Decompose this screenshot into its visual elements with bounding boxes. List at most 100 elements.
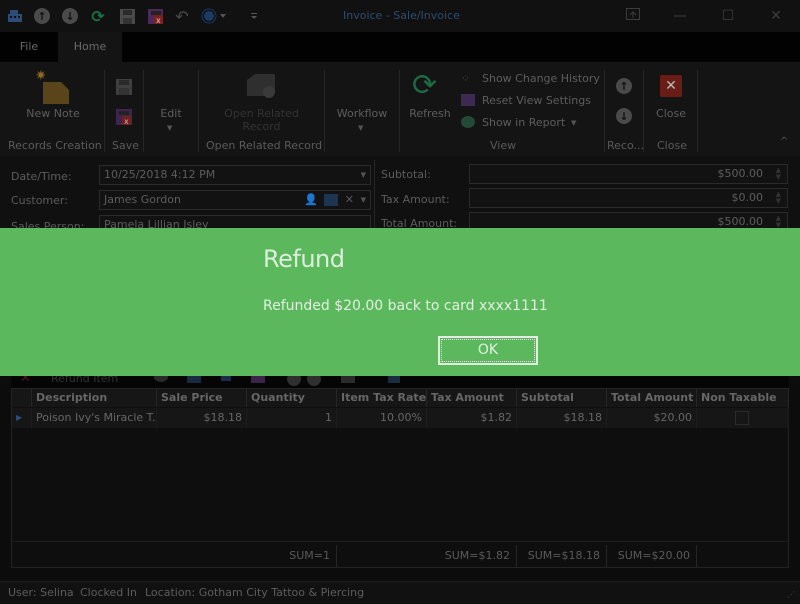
status-clocked: Clocked In — [80, 586, 137, 599]
group-records-creation: Records Creation — [8, 139, 102, 152]
undo-icon[interactable]: ↶ — [173, 7, 191, 26]
customer-label: Customer: — [11, 194, 68, 207]
refresh-icon[interactable]: ⟳ — [89, 7, 107, 26]
title-bar: ↑ ↓ ⟳ x ↶ Invoice - Sale/Invoice — ☐ ✕ — [0, 0, 800, 32]
arrow-down-icon[interactable]: ↓ — [61, 7, 79, 25]
search-grid-icon[interactable] — [388, 376, 400, 383]
tab-home[interactable]: Home — [58, 32, 122, 62]
save-button[interactable] — [116, 79, 132, 98]
col-sale-price[interactable]: Sale Price — [157, 389, 247, 407]
cell-subtotal[interactable]: $18.18 — [517, 408, 607, 428]
reset-view-icon — [461, 94, 475, 106]
toolbar-icon-3[interactable] — [221, 376, 231, 381]
workflow-dropdown-icon: ▼ — [358, 124, 364, 132]
save-close-icon[interactable]: x — [146, 7, 164, 25]
cell-tax-amount[interactable]: $1.82 — [427, 408, 517, 428]
col-item-tax-rate[interactable]: Item Tax Rate — [337, 389, 427, 407]
datetime-label: Date/Time: — [11, 170, 72, 183]
datetime-field[interactable]: 10/25/2018 4:12 PM ▼ — [99, 165, 371, 185]
refund-dialog: Refund Refunded $20.00 back to card xxxx… — [0, 228, 800, 376]
col-description[interactable]: Description — [32, 389, 157, 407]
svg-text:x: x — [124, 117, 129, 125]
new-note-button[interactable]: New Note — [18, 107, 88, 120]
clear-customer-icon[interactable]: ✕ — [345, 191, 354, 209]
refresh-button[interactable]: Refresh — [405, 107, 455, 120]
previous-record-button[interactable]: ↑ — [616, 78, 632, 94]
collapse-ribbon-icon[interactable]: ^ — [780, 136, 788, 147]
status-bar: User: Selina Clocked In Location: Gotham… — [0, 581, 800, 604]
sum-subtotal: SUM=$18.18 — [517, 545, 607, 567]
person-unknown-icon[interactable]: 👤 — [304, 191, 318, 209]
new-note-icon: ✷ — [35, 68, 69, 107]
group-save: Save — [112, 139, 140, 152]
circle-dropdown-icon[interactable] — [201, 7, 229, 25]
open-customer-icon[interactable] — [324, 194, 338, 206]
move-down-icon[interactable] — [307, 376, 321, 386]
ribbon: ✷ New Note Records Creation x Save Edit … — [0, 62, 800, 156]
move-up-icon[interactable] — [287, 376, 301, 386]
toolbar-icon-5[interactable] — [341, 376, 355, 383]
cell-sale-price[interactable]: $18.18 — [157, 408, 247, 428]
refund-item-button[interactable]: Refund Item — [51, 376, 118, 385]
workflow-button[interactable]: Workflow — [332, 107, 392, 120]
dialog-message: Refunded $20.00 back to card xxxx1111 — [263, 298, 548, 314]
cash-register-icon[interactable] — [6, 7, 24, 25]
non-taxable-checkbox[interactable] — [735, 411, 749, 425]
delete-item-icon[interactable]: ✕ — [20, 376, 31, 386]
close-record-icon: ✕ — [660, 75, 682, 97]
col-quantity[interactable]: Quantity — [247, 389, 337, 407]
toolbar-icon-4[interactable] — [251, 376, 265, 383]
edit-button[interactable]: Edit — [150, 107, 192, 120]
toolbar-icon-1[interactable] — [154, 376, 168, 382]
resize-grip-icon[interactable]: ⋰ — [787, 590, 795, 599]
save-close-button[interactable]: x — [116, 109, 132, 128]
tax-amount-field[interactable]: $0.00 ▲ ▼ — [469, 188, 788, 208]
cell-item-tax-rate[interactable]: 10.00% — [337, 408, 427, 428]
group-view: View — [490, 139, 517, 152]
restore-ribbon-icon[interactable] — [623, 6, 643, 26]
sum-total-amount: SUM=$20.00 — [607, 545, 697, 567]
total-amount-spinner[interactable]: ▲ ▼ — [776, 215, 781, 229]
show-change-history-button[interactable]: Show Change History — [482, 72, 600, 85]
line-items-panel: ✕ Refund Item Description Sale Price Qua… — [0, 376, 800, 581]
minimize-icon[interactable]: — — [670, 6, 690, 26]
arrow-up-icon[interactable]: ↑ — [33, 7, 51, 25]
row-indicator-icon: ▶ — [12, 408, 32, 428]
col-subtotal[interactable]: Subtotal — [517, 389, 607, 407]
sum-tax-amount: SUM=$1.82 — [427, 545, 517, 567]
save-icon[interactable] — [118, 7, 136, 25]
customer-field[interactable]: James Gordon 👤 ✕ ▼ — [99, 190, 371, 210]
cell-description[interactable]: Poison Ivy's Miracle T... — [32, 408, 157, 428]
ok-button[interactable]: OK — [438, 336, 538, 365]
close-button[interactable]: Close — [651, 107, 691, 120]
close-window-icon[interactable]: ✕ — [766, 6, 786, 26]
report-icon — [461, 116, 475, 128]
subtotal-field[interactable]: $500.00 ▲ ▼ — [469, 164, 788, 184]
customer-dropdown-icon[interactable]: ▼ — [361, 191, 366, 209]
col-total-amount[interactable]: Total Amount — [607, 389, 697, 407]
tax-amount-spinner[interactable]: ▲ ▼ — [776, 191, 781, 205]
grid-toolbar: ✕ Refund Item — [11, 376, 789, 388]
svg-text:x: x — [156, 16, 161, 24]
show-in-report-dropdown-icon[interactable]: ▼ — [571, 119, 576, 127]
open-related-record-button[interactable]: Open Related Record — [210, 107, 313, 133]
col-non-taxable[interactable]: Non Taxable — [697, 389, 789, 407]
datetime-value: 10/25/2018 4:12 PM — [104, 168, 216, 181]
reset-view-settings-button[interactable]: Reset View Settings — [482, 94, 591, 107]
customize-icon[interactable] — [245, 7, 263, 25]
col-tax-amount[interactable]: Tax Amount — [427, 389, 517, 407]
toolbar-icon-2[interactable] — [187, 376, 201, 383]
tab-file[interactable]: File — [0, 32, 58, 62]
datetime-dropdown-icon[interactable]: ▼ — [361, 166, 366, 184]
maximize-icon[interactable]: ☐ — [718, 6, 738, 26]
cell-total-amount[interactable]: $20.00 — [607, 408, 697, 428]
open-related-record-icon — [245, 72, 279, 103]
subtotal-spinner[interactable]: ▲ ▼ — [776, 167, 781, 181]
dialog-title: Refund — [263, 245, 345, 273]
next-record-button[interactable]: ↓ — [616, 108, 632, 124]
group-records: Reco... — [607, 139, 644, 152]
footsteps-icon: ⁘ — [461, 72, 471, 85]
line-items-grid: Description Sale Price Quantity Item Tax… — [11, 388, 789, 568]
show-in-report-button[interactable]: Show in Report — [482, 116, 565, 129]
cell-quantity[interactable]: 1 — [247, 408, 337, 428]
